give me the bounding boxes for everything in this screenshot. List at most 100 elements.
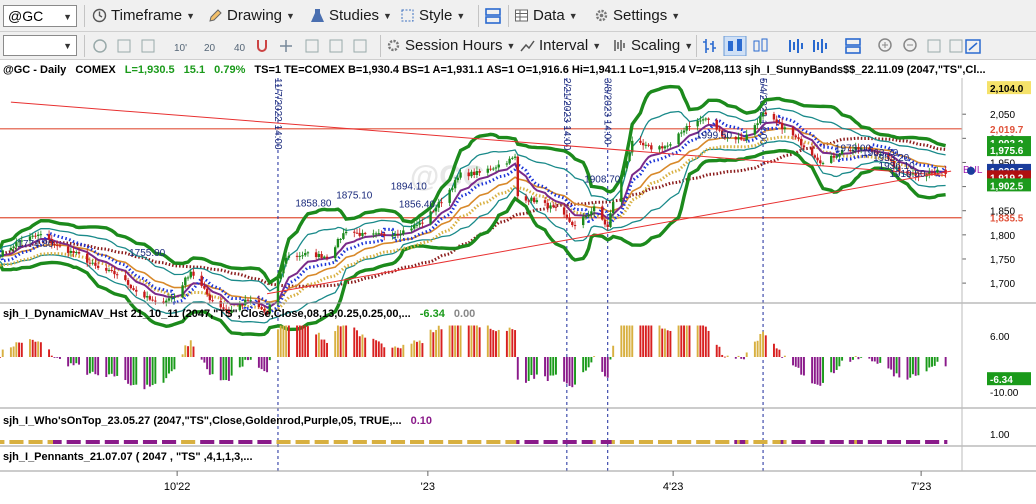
histogram-bar <box>148 357 151 387</box>
whosontop-segment <box>832 440 836 444</box>
zoom-out-icon[interactable] <box>903 38 917 52</box>
whosontop-segment <box>189 440 193 444</box>
zoom-icon[interactable]: 20 <box>204 43 216 54</box>
refresh-icon[interactable] <box>93 39 107 53</box>
candle-body <box>377 233 381 235</box>
candle-body <box>200 275 203 286</box>
settings-menu[interactable]: Settings ▼ <box>594 7 680 24</box>
whosontop-segment <box>835 440 839 444</box>
histogram-bar <box>816 357 819 385</box>
whosontop-segment <box>783 440 787 444</box>
tool-icon[interactable] <box>353 39 367 53</box>
histogram-bar <box>418 340 421 357</box>
histogram-bar <box>734 357 737 359</box>
histogram-bar <box>192 346 195 357</box>
histogram-bar <box>279 325 282 357</box>
interval-menu[interactable]: Interval ▼ <box>520 37 601 54</box>
histogram-bar <box>345 325 348 357</box>
histogram-bar <box>244 357 247 360</box>
candle-body <box>58 245 62 247</box>
symbol-combo[interactable]: @GC ▼ <box>3 5 77 27</box>
candle-body <box>391 235 394 237</box>
data-menu[interactable]: Data ▼ <box>514 7 578 24</box>
zoom-in-icon[interactable] <box>878 38 892 52</box>
magnet-icon[interactable] <box>257 40 267 52</box>
whosontop-segment <box>268 440 272 444</box>
histogram-bar <box>811 357 814 384</box>
whosontop-segment <box>848 440 852 444</box>
candle-body <box>467 172 470 177</box>
whosontop-segment <box>208 440 212 444</box>
histogram-bar <box>571 357 574 388</box>
whosontop-segment <box>548 440 553 444</box>
candle-body <box>105 267 108 271</box>
candle-body <box>775 119 778 123</box>
tool-icon[interactable] <box>305 39 319 53</box>
volume-bars-icon[interactable] <box>789 39 803 53</box>
expand-chart-icon[interactable] <box>965 39 981 54</box>
candle-body <box>715 119 718 130</box>
whosontop-segment <box>685 440 689 444</box>
tool-icon[interactable] <box>117 39 131 53</box>
whosontop-segment <box>630 440 634 444</box>
session-hours-menu[interactable]: Session Hours ▼ <box>386 37 515 54</box>
session-hours-label: Session Hours <box>405 37 503 54</box>
chevron-down-icon[interactable]: ▼ <box>63 12 72 22</box>
candle-body <box>189 271 192 278</box>
histogram-bar <box>301 325 304 357</box>
style-menu[interactable]: Style ▼ <box>400 7 465 24</box>
whosontop-segment <box>649 440 654 444</box>
studies-menu[interactable]: Studies ▼ <box>310 7 392 24</box>
histogram-bar <box>590 357 593 363</box>
whosontop-segment <box>306 440 310 444</box>
drawing-menu[interactable]: Drawing ▼ <box>208 7 295 24</box>
tool-icon[interactable] <box>329 39 343 53</box>
histogram-bar <box>0 357 1 358</box>
histogram-bar <box>91 357 94 372</box>
whosontop-segment <box>775 440 779 444</box>
tool-icon[interactable] <box>141 39 155 53</box>
crosshair-icon[interactable] <box>280 40 292 52</box>
scaling-menu[interactable]: Scaling ▼ <box>612 37 693 54</box>
histogram-bar <box>58 357 61 359</box>
candle-chart-icon[interactable] <box>723 36 747 56</box>
histogram-bar <box>898 357 901 378</box>
last-price-dot <box>967 166 975 175</box>
histogram-bar <box>247 357 249 361</box>
volume-bars-icon[interactable] <box>813 39 827 53</box>
histogram-bar <box>762 331 765 357</box>
histogram-bar <box>415 341 418 357</box>
candle-body <box>145 296 149 298</box>
time-tick-label: '23 <box>421 481 435 493</box>
date-goto-icon[interactable]: 10' <box>174 43 187 54</box>
bar-chart-icon[interactable] <box>703 39 716 53</box>
whosontop-segment <box>170 440 174 444</box>
timeframe-menu[interactable]: Timeframe ▼ <box>92 7 195 24</box>
hollow-candle-icon[interactable] <box>753 38 768 52</box>
whosontop-segment <box>390 440 395 444</box>
chart-header-text: @GC - Daily COMEX L=1,930.5 15.1 0.79% T… <box>3 64 986 76</box>
whosontop-segment <box>644 440 648 444</box>
price-tick-label: 1,800 <box>990 231 1015 242</box>
whosontop-segment <box>796 440 801 444</box>
tool-icon[interactable] <box>949 39 963 53</box>
layout-button[interactable] <box>484 7 502 25</box>
tool-icon[interactable] <box>927 39 941 53</box>
whosontop-segment <box>554 440 558 444</box>
chart-area[interactable]: @GC @GC - Daily COMEX L=1,930.5 15.1 0.7… <box>0 60 1036 504</box>
histogram-bar <box>525 357 527 383</box>
window-layout-icon[interactable] <box>845 38 861 54</box>
whosontop-segment <box>459 440 463 444</box>
chevron-down-icon[interactable]: ▼ <box>63 41 72 51</box>
header-percent: 0.79% <box>214 64 245 76</box>
interval-combo[interactable]: ▼ <box>3 35 77 56</box>
flask-icon <box>311 9 324 22</box>
histogram-bar <box>800 357 803 375</box>
candle-body <box>355 232 359 234</box>
zoom-icon[interactable]: 40 <box>234 43 246 54</box>
whosontop-segment <box>573 440 577 444</box>
histogram-bar <box>31 339 34 357</box>
whosontop-segment <box>33 440 38 444</box>
dynamicmav-last-tag: -6.34 <box>990 375 1013 386</box>
histogram-bar <box>94 357 97 375</box>
